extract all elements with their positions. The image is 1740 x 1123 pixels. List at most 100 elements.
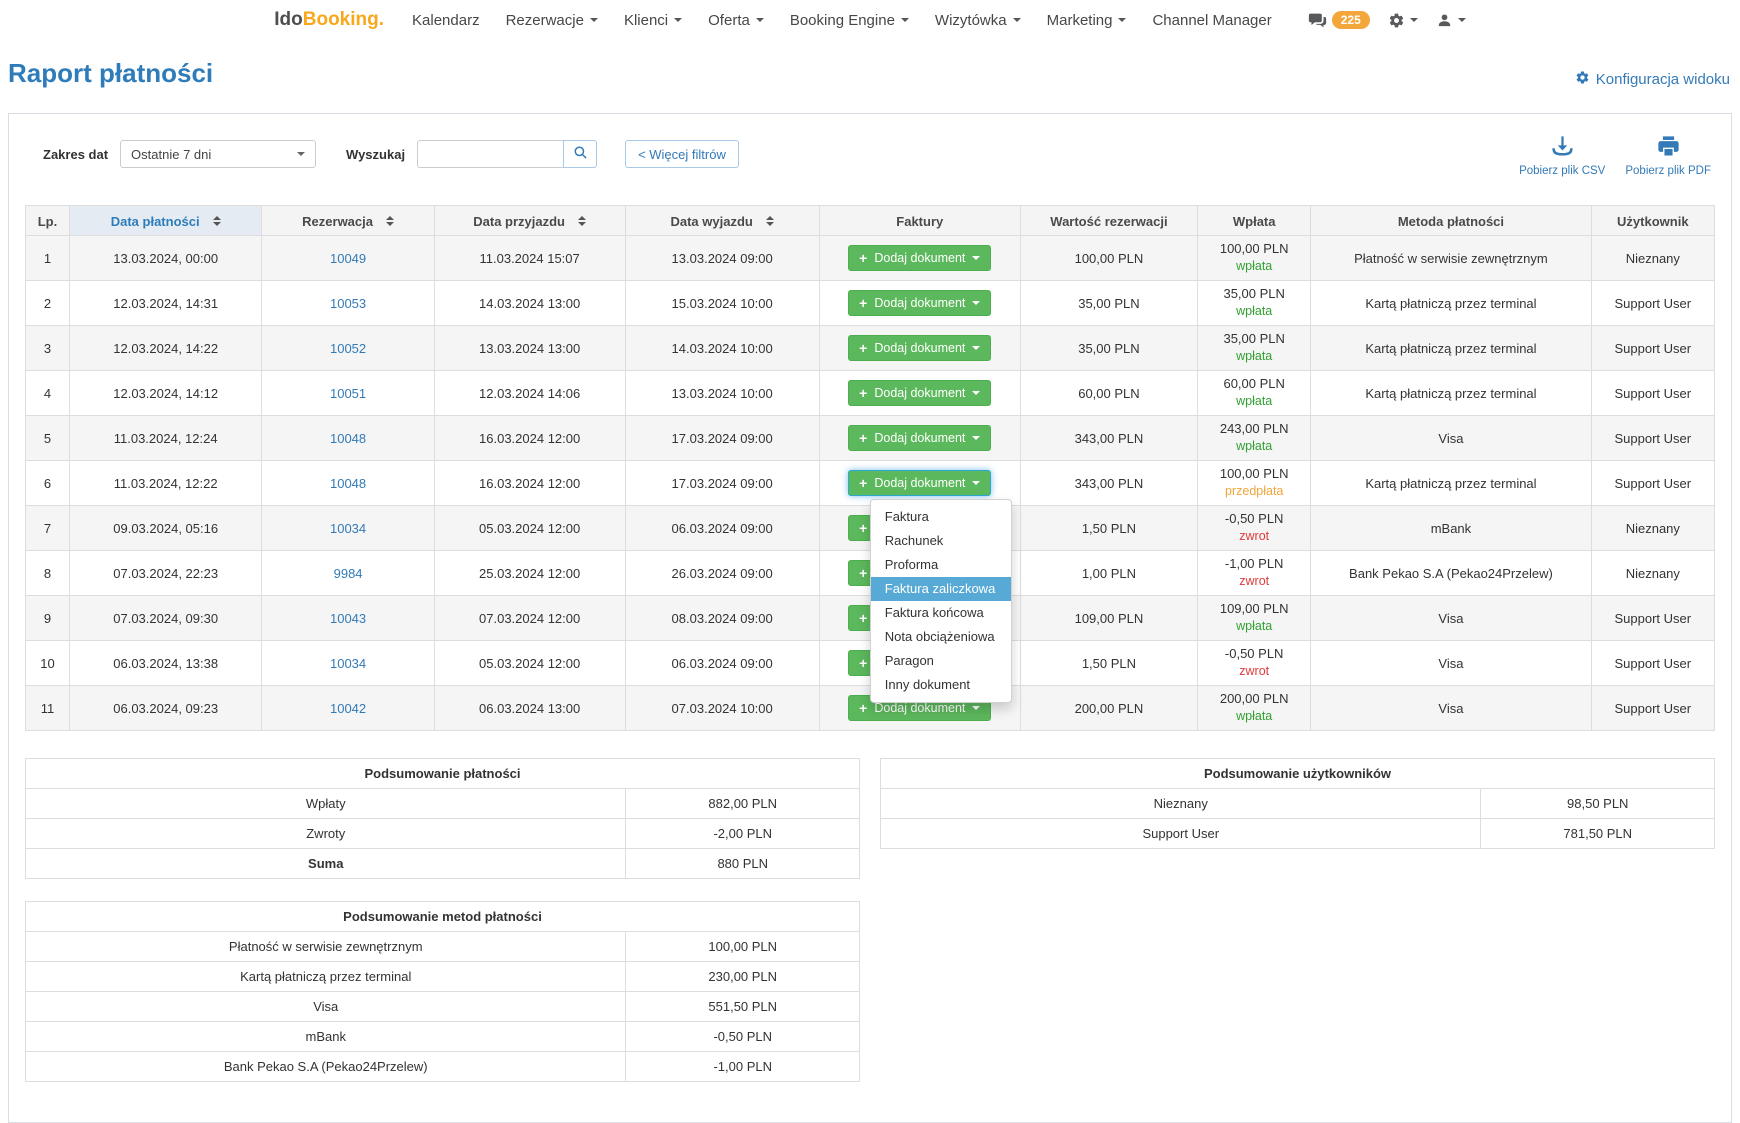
download-csv-button[interactable]: Pobierz plik CSV (1519, 131, 1605, 177)
payment-amount: 100,00 PLN (1204, 466, 1304, 483)
summary-title: Podsumowanie płatności (26, 759, 860, 789)
nav-item-rezerwacje[interactable]: Rezerwacje (506, 12, 598, 29)
add-document-button[interactable]: +Dodaj dokument (848, 425, 991, 451)
reservation-value-cell: 343,00 PLN (1020, 416, 1197, 461)
add-document-button[interactable]: +Dodaj dokument (848, 470, 991, 496)
menu-item-proforma[interactable]: Proforma (871, 553, 1011, 577)
account-menu[interactable] (1436, 12, 1466, 29)
nav-item-marketing[interactable]: Marketing (1047, 12, 1127, 29)
user-cell: Support User (1591, 371, 1714, 416)
row-number: 1 (26, 236, 70, 281)
payment-amount: 200,00 PLN (1204, 691, 1304, 708)
reservation-link[interactable]: 10048 (330, 431, 366, 446)
user-cell: Support User (1591, 326, 1714, 371)
chevron-down-icon (1118, 18, 1126, 22)
column-header-data-przyjazdu[interactable]: Data przyjazdu (434, 206, 625, 236)
search-input[interactable] (417, 140, 563, 168)
reservation-cell: 9984 (262, 551, 434, 596)
payment-amount: 60,00 PLN (1204, 376, 1304, 393)
reservation-link[interactable]: 9984 (334, 566, 363, 581)
nav-item-booking-engine[interactable]: Booking Engine (790, 12, 909, 29)
summaries-left-column: Podsumowanie płatnościWpłaty882,00 PLNZw… (25, 758, 860, 1082)
nav-item-wizytówka[interactable]: Wizytówka (935, 12, 1021, 29)
plus-icon: + (859, 388, 867, 398)
documents-cell: +Dodaj dokumentFakturaRachunekProformaFa… (819, 461, 1020, 506)
payment-date-cell: 06.03.2024, 13:38 (69, 641, 262, 686)
payment-method-cell: Visa (1311, 596, 1591, 641)
payments-table: Lp.Data płatnościRezerwacjaData przyjazd… (25, 205, 1715, 731)
reservation-link[interactable]: 10034 (330, 656, 366, 671)
summary-row: Zwroty-2,00 PLN (26, 819, 860, 849)
chevron-down-icon (972, 391, 980, 395)
row-number: 4 (26, 371, 70, 416)
payment-type-label: wpłata (1204, 438, 1304, 454)
arrival-date-cell: 05.03.2024 12:00 (434, 641, 625, 686)
reservation-cell: 10034 (262, 506, 434, 551)
reservation-link[interactable]: 10052 (330, 341, 366, 356)
reservation-link[interactable]: 10048 (330, 476, 366, 491)
messages-button[interactable]: 225 (1308, 11, 1370, 30)
add-document-label: Dodaj dokument (874, 296, 965, 310)
arrival-date-cell: 13.03.2024 13:00 (434, 326, 625, 371)
settings-menu[interactable] (1388, 12, 1418, 29)
search-button[interactable] (563, 140, 597, 168)
reservation-link[interactable]: 10049 (330, 251, 366, 266)
nav-item-label: Marketing (1047, 12, 1113, 29)
reservation-link[interactable]: 10042 (330, 701, 366, 716)
summary-label: Płatność w serwisie zewnętrznym (26, 932, 626, 962)
top-navigation: IdoBooking. Kalendarz Rezerwacje Klienci Of… (0, 0, 1740, 36)
payment-date-cell: 12.03.2024, 14:12 (69, 371, 262, 416)
menu-item-nota-obciążeniowa[interactable]: Nota obciążeniowa (871, 625, 1011, 649)
column-header-label: Data przyjazdu (473, 214, 565, 229)
payment-cell: 243,00 PLNwpłata (1198, 416, 1311, 461)
add-document-button[interactable]: +Dodaj dokument (848, 245, 991, 271)
nav-item-oferta[interactable]: Oferta (708, 12, 764, 29)
column-header-wartość-rezerwacji: Wartość rezerwacji (1020, 206, 1197, 236)
payment-type-label: wpłata (1204, 303, 1304, 319)
arrival-date-cell: 16.03.2024 12:00 (434, 461, 625, 506)
summary-value: 98,50 PLN (1481, 789, 1715, 819)
documents-cell: +Dodaj dokument (819, 326, 1020, 371)
payment-type-label: wpłata (1204, 393, 1304, 409)
menu-item-faktura[interactable]: Faktura (871, 505, 1011, 529)
nav-item-channel-manager[interactable]: Channel Manager (1152, 12, 1271, 29)
payment-date-cell: 07.03.2024, 22:23 (69, 551, 262, 596)
column-header-data-wyjazdu[interactable]: Data wyjazdu (625, 206, 819, 236)
reservation-link[interactable]: 10034 (330, 521, 366, 536)
view-configuration-link[interactable]: Konfiguracja widoku (1575, 70, 1730, 89)
nav-item-klienci[interactable]: Klienci (624, 12, 682, 29)
add-document-button[interactable]: +Dodaj dokument (848, 380, 991, 406)
column-header-data-płatności[interactable]: Data płatności (69, 206, 262, 236)
menu-item-paragon[interactable]: Paragon (871, 649, 1011, 673)
row-number: 10 (26, 641, 70, 686)
date-range-select[interactable]: Ostatnie 7 dni (120, 140, 316, 168)
plus-icon: + (859, 658, 867, 668)
gear-icon (1388, 12, 1405, 29)
menu-item-faktura-końcowa[interactable]: Faktura końcowa (871, 601, 1011, 625)
more-filters-button[interactable]: < Więcej filtrów (625, 140, 739, 168)
download-pdf-button[interactable]: Pobierz plik PDF (1625, 131, 1711, 177)
row-number: 11 (26, 686, 70, 731)
payment-cell: 60,00 PLNwpłata (1198, 371, 1311, 416)
menu-item-inny-dokument[interactable]: Inny dokument (871, 673, 1011, 697)
summary-row: Nieznany98,50 PLN (881, 789, 1715, 819)
reservation-cell: 10034 (262, 641, 434, 686)
payment-method-cell: Bank Pekao S.A (Pekao24Przelew) (1311, 551, 1591, 596)
menu-item-rachunek[interactable]: Rachunek (871, 529, 1011, 553)
column-header-label: Użytkownik (1617, 214, 1689, 229)
reservation-link[interactable]: 10051 (330, 386, 366, 401)
nav-item-kalendarz[interactable]: Kalendarz (412, 12, 480, 29)
payment-cell: -0,50 PLNzwrot (1198, 641, 1311, 686)
reservation-link[interactable]: 10043 (330, 611, 366, 626)
add-document-button[interactable]: +Dodaj dokument (848, 335, 991, 361)
logo[interactable]: IdoBooking. (274, 9, 384, 31)
table-row: 611.03.2024, 12:221004816.03.2024 12:001… (26, 461, 1715, 506)
add-document-button[interactable]: +Dodaj dokument (848, 290, 991, 316)
menu-item-faktura-zaliczkowa[interactable]: Faktura zaliczkowa (871, 577, 1011, 601)
payment-cell: 109,00 PLNwpłata (1198, 596, 1311, 641)
column-header-label: Wpłata (1233, 214, 1276, 229)
column-header-rezerwacja[interactable]: Rezerwacja (262, 206, 434, 236)
gear-icon (1575, 70, 1590, 89)
reservation-link[interactable]: 10053 (330, 296, 366, 311)
plus-icon: + (859, 568, 867, 578)
